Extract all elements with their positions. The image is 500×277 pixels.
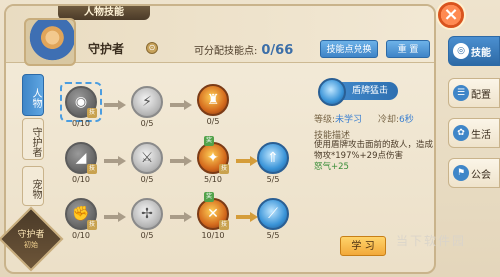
class-name: 守护者 bbox=[88, 42, 125, 56]
skill-level: 5/5 bbox=[266, 231, 280, 240]
cooldown-value: 6秒 bbox=[399, 115, 414, 125]
skill-tag: 技 bbox=[219, 164, 229, 174]
description-line: 使用盾牌攻击面前的敌人，造成 bbox=[314, 140, 434, 150]
arrow-icon bbox=[104, 156, 126, 166]
skill-level: 10/10 bbox=[201, 231, 225, 240]
skill-node[interactable]: ♜ 0/5 bbox=[194, 84, 232, 126]
level-label: 等级: bbox=[314, 115, 336, 125]
level-info: 等级:未学习 bbox=[314, 112, 362, 125]
skill-name: 盾牌猛击 bbox=[342, 82, 399, 100]
level-value: 未学习 bbox=[335, 115, 363, 125]
arrow-icon bbox=[170, 100, 192, 110]
skill-level: 0/5 bbox=[140, 175, 154, 184]
skill-tag: 技 bbox=[87, 220, 97, 230]
skill-points-value: 0/66 bbox=[261, 43, 294, 58]
wing-glyph-icon: ⟋ bbox=[268, 206, 278, 222]
skill-point-exchange-button[interactable]: 技能点兑换 bbox=[320, 40, 378, 58]
warrior-glyph-icon: ♜ bbox=[206, 92, 220, 108]
menu-skill[interactable]: ◎ 技能 bbox=[448, 36, 500, 66]
menu-label: 配置 bbox=[471, 90, 491, 101]
tab-guardian[interactable]: 守护者 bbox=[22, 118, 44, 160]
description-line: 物攻*197%+29点伤害 bbox=[314, 151, 403, 161]
menu-label: 生活 bbox=[471, 130, 491, 141]
skill-node[interactable]: ✊ 技 0/10 bbox=[62, 198, 100, 240]
arrow-icon bbox=[104, 212, 126, 222]
menu-label: 技能 bbox=[471, 48, 491, 59]
skill-tag: 技 bbox=[87, 164, 97, 174]
config-icon: ☰ bbox=[453, 85, 469, 101]
skill-tag: 技 bbox=[219, 220, 229, 230]
skill-points-label: 可分配技能点: bbox=[194, 46, 258, 57]
skill-node[interactable]: ⚡ 0/5 bbox=[128, 86, 166, 128]
reward-badge: 奖 bbox=[204, 192, 214, 202]
skill-tag: 技 bbox=[87, 108, 97, 118]
spear-glyph-icon: ⇑ bbox=[267, 150, 279, 166]
skill-node-shield-bash[interactable]: ◉ 技 0/10 bbox=[60, 82, 102, 128]
skill-level: 0/10 bbox=[72, 119, 90, 128]
arrow-icon bbox=[170, 156, 192, 166]
menu-label: 公会 bbox=[471, 170, 491, 181]
life-icon: ✿ bbox=[453, 125, 469, 141]
menu-life[interactable]: ✿ 生活 bbox=[448, 118, 500, 148]
skill-tree: ◉ 技 0/10 ⚡ 0/5 ♜ 0/5 ◢ 技 0/10 ⚔ 0/5 ✦ 奖 … bbox=[48, 64, 289, 268]
cross-glyph-icon: ✢ bbox=[141, 206, 153, 222]
skill-description: 使用盾牌攻击面前的敌人，造成 物攻*197%+29点伤害 怒气+25 bbox=[314, 140, 434, 173]
shield-bash-detail-icon bbox=[318, 78, 346, 106]
skill-level: 5/5 bbox=[266, 175, 280, 184]
skill-icon: ◎ bbox=[453, 43, 469, 59]
close-icon[interactable]: × bbox=[436, 0, 466, 30]
menu-guild[interactable]: ⚑ 公会 bbox=[448, 158, 500, 188]
arrow-icon bbox=[104, 100, 126, 110]
description-line: 怒气+25 bbox=[314, 162, 349, 172]
guild-icon: ⚑ bbox=[453, 165, 469, 181]
skill-level: 0/10 bbox=[72, 231, 90, 240]
reward-badge: 奖 bbox=[204, 136, 214, 146]
lightning-glyph-icon: ⚡ bbox=[142, 94, 152, 110]
cooldown-label: 冷却: bbox=[378, 115, 400, 125]
reset-button[interactable]: 重 置 bbox=[386, 40, 430, 58]
skill-node[interactable]: ✢ 0/5 bbox=[128, 198, 166, 240]
skill-node[interactable]: ✦ 奖 技 5/10 bbox=[194, 136, 232, 184]
menu-config[interactable]: ☰ 配置 bbox=[448, 78, 500, 108]
sword-glyph-icon: ⚔ bbox=[140, 150, 154, 166]
skill-node[interactable]: ⟋ 5/5 bbox=[254, 198, 292, 240]
skill-level: 0/5 bbox=[206, 117, 220, 126]
class-info-icon[interactable]: ⊙ bbox=[146, 42, 158, 54]
tab-character[interactable]: 人物 bbox=[22, 74, 44, 116]
header-bar: 人物技能 守护者 ⊙ 可分配技能点: 0/66 技能点兑换 重 置 bbox=[6, 6, 434, 66]
skill-level: 5/10 bbox=[204, 175, 222, 184]
learn-button[interactable]: 学 习 bbox=[340, 236, 386, 256]
skill-window: 人物技能 守护者 ⊙ 可分配技能点: 0/66 技能点兑换 重 置 × 人物 守护… bbox=[0, 0, 500, 277]
skill-level: 0/5 bbox=[140, 119, 154, 128]
skill-node[interactable]: ✕ 奖 技 10/10 bbox=[194, 192, 232, 240]
skill-node[interactable]: ⚔ 0/5 bbox=[128, 142, 166, 184]
skill-node[interactable]: ⇑ 5/5 bbox=[254, 142, 292, 184]
skill-node[interactable]: ◢ 技 0/10 bbox=[62, 142, 100, 184]
tab-pet[interactable]: 宠物 bbox=[22, 166, 44, 206]
skill-level: 0/5 bbox=[140, 231, 154, 240]
skill-points: 可分配技能点: 0/66 bbox=[194, 42, 293, 58]
arrow-icon bbox=[170, 212, 192, 222]
avatar bbox=[24, 18, 76, 66]
cooldown-info: 冷却:6秒 bbox=[378, 112, 414, 125]
skill-level: 0/10 bbox=[72, 175, 90, 184]
watermark: 当下软件园 bbox=[396, 234, 467, 248]
